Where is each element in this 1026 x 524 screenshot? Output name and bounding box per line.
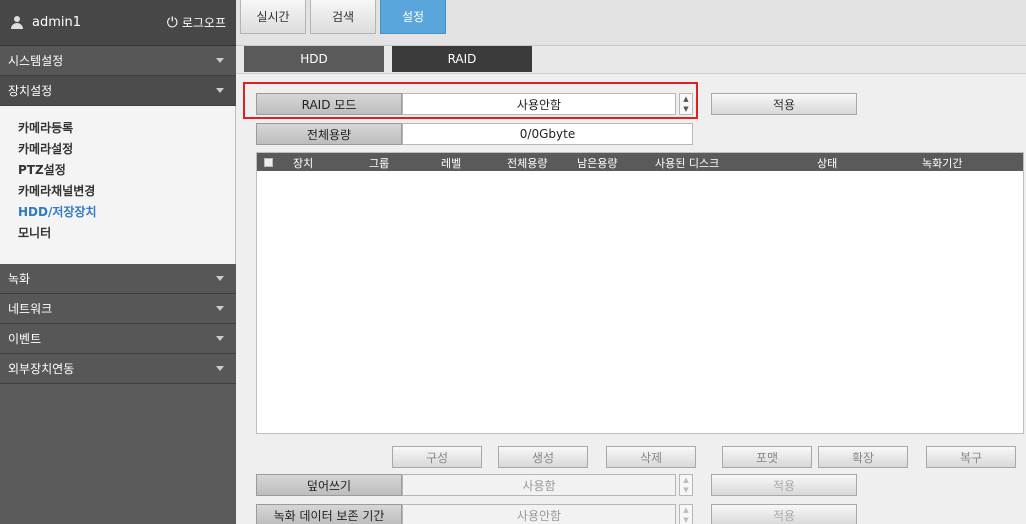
raid-mode-label: RAID 모드 (256, 93, 402, 115)
chevron-down-icon (216, 58, 224, 63)
overwrite-apply-button[interactable]: 적용 (711, 474, 857, 496)
arrow-down-icon[interactable]: ▼ (683, 516, 688, 524)
sidebar-section-system[interactable]: 시스템설정 (0, 46, 236, 76)
sidebar: admin1 ⏻ 로그오프 시스템설정 장치설정 카메라등록 카메라설정 PTZ… (0, 0, 236, 524)
sidebar-section-event[interactable]: 이벤트 (0, 324, 236, 354)
arrow-up-icon[interactable]: ▲ (683, 95, 688, 103)
device-submenu: 카메라등록 카메라설정 PTZ설정 카메라채널변경 HDD/저장장치 모니터 (0, 106, 236, 264)
retention-apply-button[interactable]: 적용 (711, 504, 857, 524)
user-icon (10, 15, 24, 30)
sidebar-section-recording[interactable]: 녹화 (0, 264, 236, 294)
sidebar-section-device[interactable]: 장치설정 (0, 76, 236, 106)
sidebar-item-camera-settings[interactable]: 카메라설정 (18, 139, 235, 160)
user-bar: admin1 ⏻ 로그오프 (0, 0, 236, 46)
sidebar-section-label: 시스템설정 (8, 54, 64, 68)
chevron-down-icon (216, 88, 224, 93)
overwrite-row: 덮어쓰기 사용함 ▲ ▼ 적용 (256, 474, 857, 496)
sidebar-item-camera-channel[interactable]: 카메라채널변경 (18, 181, 235, 202)
capacity-value: 0/0Gbyte (402, 123, 693, 145)
arrow-up-icon[interactable]: ▲ (683, 476, 688, 484)
tab-live[interactable]: 실시간 (240, 0, 306, 34)
sidebar-section-label: 장치설정 (8, 84, 53, 98)
subtab-hdd[interactable]: HDD (244, 46, 384, 72)
power-icon: ⏻ (166, 14, 178, 31)
capacity-label: 전체용량 (256, 123, 402, 145)
retention-row: 녹화 데이터 보존 기간 사용안함 ▲ ▼ 적용 (256, 504, 857, 524)
chevron-down-icon (216, 276, 224, 281)
create-button[interactable]: 생성 (498, 446, 588, 468)
sidebar-section-label: 네트워크 (8, 302, 53, 316)
top-tabs: 실시간 검색 설정 (236, 0, 1026, 46)
main-panel: HDD RAID RAID 모드 사용안함 ▲ ▼ 적용 전체용량 0/0Gby… (236, 46, 1026, 524)
arrow-down-icon[interactable]: ▼ (683, 105, 688, 113)
capacity-row: 전체용량 0/0Gbyte (256, 123, 693, 145)
arrow-up-icon[interactable]: ▲ (683, 506, 688, 514)
subtab-raid[interactable]: RAID (392, 46, 532, 72)
sidebar-item-camera-register[interactable]: 카메라등록 (18, 118, 235, 139)
sub-tabs: HDD RAID (236, 46, 1026, 74)
raid-table: 장치 그룹 레벨 전체용량 남은용량 사용된 디스크 상태 녹화기간 (256, 152, 1024, 434)
retention-label: 녹화 데이터 보존 기간 (256, 504, 402, 524)
overwrite-label: 덮어쓰기 (256, 474, 402, 496)
sidebar-section-label: 외부장치연동 (8, 362, 75, 376)
col-level: 레벨 (441, 157, 462, 170)
expand-button[interactable]: 확장 (818, 446, 908, 468)
table-header: 장치 그룹 레벨 전체용량 남은용량 사용된 디스크 상태 녹화기간 (257, 153, 1023, 171)
logout-label: 로그오프 (181, 16, 226, 30)
col-record-period: 녹화기간 (922, 157, 963, 170)
configure-button[interactable]: 구성 (392, 446, 482, 468)
col-free-capacity: 남은용량 (577, 157, 618, 170)
logout-button[interactable]: ⏻ 로그오프 (167, 14, 226, 31)
raid-mode-spinner[interactable]: ▲ ▼ (679, 93, 693, 115)
raid-apply-button[interactable]: 적용 (711, 93, 857, 115)
retention-select[interactable]: 사용안함 (402, 504, 676, 524)
chevron-down-icon (216, 306, 224, 311)
arrow-down-icon[interactable]: ▼ (683, 486, 688, 494)
raid-mode-row: RAID 모드 사용안함 ▲ ▼ 적용 (256, 93, 857, 115)
sidebar-section-label: 녹화 (8, 272, 31, 286)
col-used-disk: 사용된 디스크 (655, 157, 720, 170)
username: admin1 (32, 15, 82, 30)
overwrite-select[interactable]: 사용함 (402, 474, 676, 496)
sidebar-section-label: 이벤트 (8, 332, 42, 346)
sidebar-item-ptz-settings[interactable]: PTZ설정 (18, 160, 235, 181)
tab-settings[interactable]: 설정 (380, 0, 446, 34)
sidebar-item-hdd-storage[interactable]: HDD/저장장치 (18, 202, 235, 223)
col-device: 장치 (293, 157, 314, 170)
chevron-down-icon (216, 366, 224, 371)
raid-mode-select[interactable]: 사용안함 (402, 93, 676, 115)
sidebar-section-external[interactable]: 외부장치연동 (0, 354, 236, 384)
col-group: 그룹 (369, 157, 390, 170)
retention-spinner[interactable]: ▲ ▼ (679, 504, 693, 524)
col-total-capacity: 전체용량 (507, 157, 548, 170)
col-status: 상태 (817, 157, 838, 170)
sidebar-item-monitor[interactable]: 모니터 (18, 223, 235, 244)
app-root: admin1 ⏻ 로그오프 시스템설정 장치설정 카메라등록 카메라설정 PTZ… (0, 0, 1026, 524)
select-all-checkbox[interactable] (264, 157, 273, 167)
format-button[interactable]: 포맷 (722, 446, 812, 468)
chevron-down-icon (216, 336, 224, 341)
sidebar-section-network[interactable]: 네트워크 (0, 294, 236, 324)
recover-button[interactable]: 복구 (926, 446, 1016, 468)
delete-button[interactable]: 삭제 (606, 446, 696, 468)
overwrite-spinner[interactable]: ▲ ▼ (679, 474, 693, 496)
action-buttons: 구성 생성 삭제 포맷 확장 복구 (256, 446, 1024, 468)
tab-search[interactable]: 검색 (310, 0, 376, 34)
